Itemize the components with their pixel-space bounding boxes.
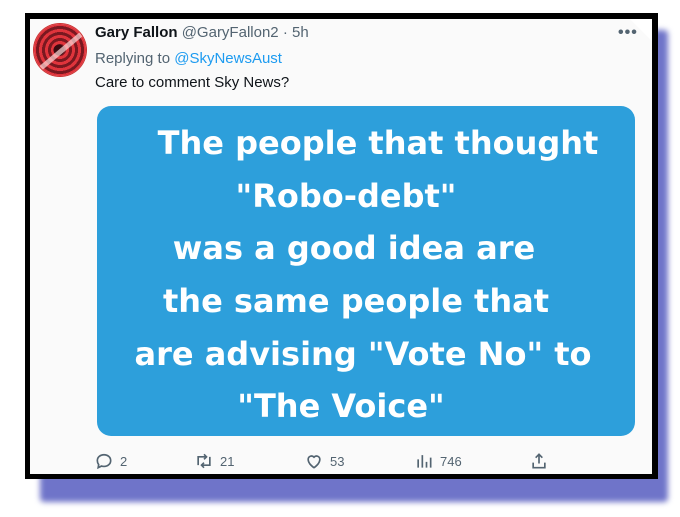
tweet-header: Gary Fallon @GaryFallon2 · 5h bbox=[95, 24, 309, 41]
reply-icon bbox=[96, 453, 112, 470]
retweet-icon bbox=[197, 453, 211, 469]
like-count: 53 bbox=[330, 453, 345, 469]
image-text-line-6: "The Voice" bbox=[237, 387, 445, 425]
share-button[interactable] bbox=[529, 451, 549, 471]
tweet-card[interactable]: Gary Fallon @GaryFallon2 · 5h ••• Replyi… bbox=[30, 19, 652, 474]
reply-button[interactable]: 2 bbox=[94, 451, 127, 471]
views-count: 746 bbox=[440, 453, 462, 469]
replying-prefix: Replying to bbox=[95, 50, 171, 67]
retweet-button[interactable]: 21 bbox=[194, 451, 234, 471]
avatar[interactable] bbox=[34, 24, 86, 76]
author-name[interactable]: Gary Fallon bbox=[95, 24, 178, 41]
replying-to: Replying to @SkyNewsAust bbox=[95, 50, 282, 67]
separator: · bbox=[282, 24, 288, 41]
image-text-line-2: "Robo-debt" bbox=[235, 177, 457, 215]
like-icon bbox=[307, 455, 321, 469]
like-button[interactable]: 53 bbox=[304, 451, 344, 471]
retweet-count: 21 bbox=[220, 453, 235, 469]
timestamp[interactable]: 5h bbox=[292, 24, 309, 41]
image-text-line-1: The people that thought bbox=[157, 124, 599, 162]
image-text-line-4: the same people that bbox=[162, 282, 550, 320]
views-icon bbox=[417, 455, 432, 468]
views-button[interactable]: 746 bbox=[414, 451, 462, 471]
reply-count: 2 bbox=[120, 453, 128, 469]
share-icon bbox=[532, 453, 546, 469]
tweet-image[interactable]: The people that thought "Robo-debt" was … bbox=[97, 106, 635, 436]
image-text-line-5: are advising "Vote No" to bbox=[134, 335, 592, 373]
mention-link[interactable]: @SkyNewsAust bbox=[174, 50, 282, 67]
author-handle[interactable]: @GaryFallon2 bbox=[182, 24, 279, 41]
action-bar: 2 21 53 746 bbox=[94, 451, 554, 473]
image-text-line-3: was a good idea are bbox=[172, 229, 536, 267]
more-icon[interactable]: ••• bbox=[618, 24, 638, 42]
tweet-text: Care to comment Sky News? bbox=[95, 74, 290, 91]
